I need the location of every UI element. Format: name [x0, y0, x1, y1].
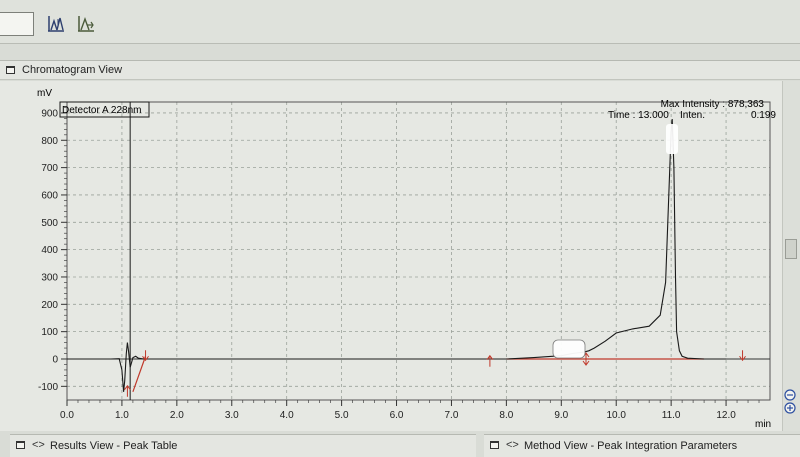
y-axis-unit-label: mV: [37, 88, 52, 99]
peak-integration-icon: [48, 16, 64, 32]
expand-arrows-icon[interactable]: <>: [506, 439, 519, 451]
window-icon: [490, 441, 499, 449]
expand-arrows-icon[interactable]: <>: [32, 439, 45, 451]
x-tick-label: 3.0: [225, 410, 239, 421]
y-tick-label: 500: [41, 218, 58, 229]
x-tick-label: 4.0: [280, 410, 294, 421]
x-tick-label: 12.0: [716, 410, 736, 421]
x-tick-label: 0.0: [60, 410, 74, 421]
x-axis-unit-label: min: [755, 419, 771, 430]
window-icon: [16, 441, 25, 449]
chromatogram-panel-header: Chromatogram View: [0, 60, 800, 80]
plot-frame: [66, 101, 771, 401]
cursor-inten-value: 0.199: [751, 110, 776, 121]
results-view-label: Results View - Peak Table: [50, 440, 178, 452]
cursor-time-text: Time : 13.000: [608, 110, 669, 121]
peak-label-blob: [552, 124, 678, 359]
cursor-inten-label: Inten.: [680, 110, 705, 121]
chromatogram-view[interactable]: 0.0 1.0 2.0 3.0 4.0 5.0 6.0 7.0 8.0 9.0 10.0 11.0 12…: [0, 81, 782, 431]
panel-title: Chromatogram View: [22, 64, 123, 76]
x-tick-label: 10.0: [606, 410, 626, 421]
max-intensity-text: Max Intensity : 878,363: [661, 99, 765, 110]
x-tick-label: 2.0: [170, 410, 184, 421]
chromatogram-chart[interactable]: 0.0 1.0 2.0 3.0 4.0 5.0 6.0 7.0 8.0 9.0 10.0 11.0 12…: [0, 81, 782, 431]
vertical-scrollbar[interactable]: [782, 81, 800, 431]
zoom-in-icon[interactable]: [784, 402, 796, 414]
y-tick-label: 300: [41, 272, 58, 283]
x-tick-label: 11.0: [662, 410, 681, 421]
integration-marker[interactable]: [124, 384, 131, 397]
integration-marker[interactable]: [486, 354, 494, 367]
toolbar: [0, 0, 800, 44]
axes: 0.0 1.0 2.0 3.0 4.0 5.0 6.0 7.0 8.0 9.0 10.0 11.0 12…: [38, 101, 771, 421]
x-tick-label: 6.0: [390, 410, 404, 421]
peak-adjust-icon: [78, 16, 94, 32]
results-view-tab[interactable]: <> Results View - Peak Table: [10, 434, 476, 457]
y-tick-label: 800: [41, 136, 58, 147]
zoom-controls: [782, 388, 798, 418]
peak-adjust-button[interactable]: [74, 12, 98, 36]
window-icon: [6, 66, 15, 74]
y-tick-label: 700: [41, 163, 58, 174]
y-tick-label: 600: [41, 190, 58, 201]
toolbar-input[interactable]: [0, 12, 34, 36]
scrollbar-thumb[interactable]: [785, 239, 797, 259]
grid: [66, 102, 770, 400]
y-tick-label: 900: [41, 108, 58, 119]
method-view-label: Method View - Peak Integration Parameter…: [524, 440, 738, 452]
x-tick-label: 1.0: [115, 410, 129, 421]
x-tick-label: 9.0: [554, 410, 568, 421]
y-tick-label: 100: [41, 327, 58, 338]
y-tick-label: 400: [41, 245, 58, 256]
x-tick-label: 5.0: [335, 410, 349, 421]
detector-label: Detector A 228nm: [62, 105, 142, 116]
y-tick-label: 0: [52, 354, 58, 365]
x-tick-label: 8.0: [499, 410, 513, 421]
x-tick-label: 7.0: [445, 410, 459, 421]
y-tick-label: 200: [41, 300, 58, 311]
zoom-out-icon[interactable]: [784, 389, 796, 401]
peak-integration-button[interactable]: [44, 12, 68, 36]
method-view-tab[interactable]: <> Method View - Peak Integration Parame…: [484, 434, 800, 457]
y-tick-label: -100: [38, 382, 58, 393]
integration-markers: [124, 350, 746, 397]
